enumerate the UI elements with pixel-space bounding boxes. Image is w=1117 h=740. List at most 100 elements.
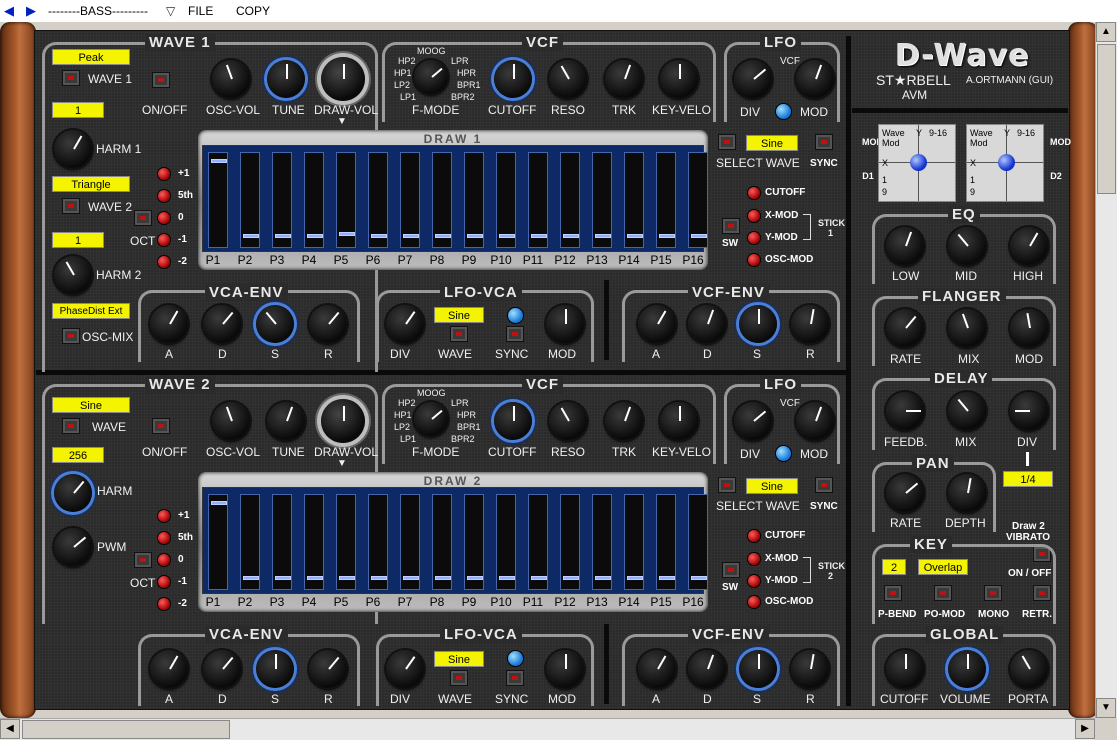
slider-handle[interactable] [435, 576, 451, 581]
draw1-bars[interactable] [202, 145, 708, 252]
slider-handle[interactable] [627, 234, 643, 239]
partial-slider-12[interactable] [560, 152, 580, 248]
slider-handle[interactable] [403, 234, 419, 239]
fmode-option[interactable]: BPR2 [451, 92, 475, 102]
sw2-button[interactable] [722, 562, 740, 578]
draw2-oscmod-led[interactable] [748, 596, 760, 608]
lfovca2-div-knob[interactable] [386, 650, 424, 688]
fmode-option[interactable]: LPR [451, 398, 469, 408]
flanger-rate-knob[interactable] [886, 309, 924, 347]
vca1-attack-knob[interactable] [150, 305, 188, 343]
fmode-option[interactable]: HPR [457, 68, 476, 78]
partial-slider-4[interactable] [304, 152, 324, 248]
file-menu[interactable]: FILE [188, 4, 213, 18]
scroll-right-icon[interactable]: ▶ [1075, 719, 1095, 739]
oscmix-select[interactable]: PhaseDist Ext [52, 303, 130, 319]
oct2-led-minus2[interactable] [158, 598, 170, 610]
osc1-drawvol-knob[interactable] [321, 57, 365, 101]
oct-button[interactable] [134, 210, 152, 226]
partial-slider-10[interactable] [496, 494, 516, 590]
fmode-knob[interactable] [414, 60, 448, 94]
partial-slider-11[interactable] [528, 494, 548, 590]
vca2-attack-knob[interactable] [150, 650, 188, 688]
partial-slider-16[interactable] [688, 494, 708, 590]
xy-pad-d1[interactable]: Wave Mod Y 9-16 X 1 9 [878, 124, 956, 202]
vca2-release-knob[interactable] [309, 650, 347, 688]
key-mode-value[interactable]: Overlap [918, 559, 968, 575]
lfo1-mod-knob[interactable] [796, 60, 834, 98]
fmode-option[interactable]: LP1 [400, 92, 416, 102]
partial-slider-2[interactable] [240, 152, 260, 248]
fmode-option[interactable]: LPR [451, 56, 469, 66]
fmode-option[interactable]: LP2 [394, 422, 410, 432]
vertical-scrollbar[interactable]: ▲ ▼ [1095, 22, 1117, 718]
wave2-select[interactable]: Triangle [52, 176, 130, 192]
fmode-option[interactable]: BPR1 [457, 422, 481, 432]
vcf1-sustain-knob[interactable] [739, 305, 777, 343]
horizontal-scrollbar[interactable]: ◀ ▶ [0, 718, 1095, 740]
oct2-led-minus1[interactable] [158, 576, 170, 588]
slider-handle[interactable] [339, 232, 355, 237]
osc2-onoff-button[interactable] [152, 418, 170, 434]
eq-high-knob[interactable] [1010, 227, 1048, 265]
partial-slider-8[interactable] [432, 494, 452, 590]
delay-feedb-knob[interactable] [886, 392, 924, 430]
slider-handle[interactable] [499, 576, 515, 581]
lfo2-div-knob[interactable] [734, 402, 772, 440]
lfovca1-wave-button[interactable] [450, 326, 468, 342]
slider-handle[interactable] [531, 576, 547, 581]
vca2-decay-knob[interactable] [203, 650, 241, 688]
preset-name[interactable]: --------BASS--------- [48, 4, 148, 18]
retr-button[interactable] [1033, 585, 1051, 601]
osc1-tune-knob[interactable] [267, 60, 305, 98]
vcf1-release-knob[interactable] [791, 305, 829, 343]
draw1-oscmod-led[interactable] [748, 254, 760, 266]
select-wave1-button[interactable] [718, 134, 736, 150]
slider-handle[interactable] [691, 576, 707, 581]
slider-handle[interactable] [435, 234, 451, 239]
keyvelo-knob[interactable] [660, 60, 698, 98]
oct-led-0[interactable] [158, 212, 170, 224]
slider-handle[interactable] [243, 576, 259, 581]
slider-handle[interactable] [691, 234, 707, 239]
osc2-tune-knob[interactable] [267, 402, 305, 440]
slider-handle[interactable] [371, 576, 387, 581]
scroll-left-icon[interactable]: ◀ [0, 719, 20, 739]
vertical-scroll-thumb[interactable] [1097, 44, 1116, 194]
osc2-wave-select[interactable]: Sine [52, 397, 130, 413]
fmode-option[interactable]: HP1 [394, 68, 412, 78]
partial-slider-5[interactable] [336, 494, 356, 590]
xy-ball-handle[interactable] [998, 154, 1015, 171]
xy-ball-handle[interactable] [910, 154, 927, 171]
oct-led-minus1[interactable] [158, 234, 170, 246]
partial-slider-15[interactable] [656, 152, 676, 248]
global-porta-knob[interactable] [1010, 650, 1048, 688]
wave2-button[interactable] [62, 198, 80, 214]
lfovca2-sync-button[interactable] [506, 670, 524, 686]
keyvelo2-knob[interactable] [660, 402, 698, 440]
cutoff2-knob[interactable] [494, 402, 532, 440]
slider-handle[interactable] [659, 234, 675, 239]
flanger-mod-knob[interactable] [1010, 309, 1048, 347]
slider-handle[interactable] [467, 234, 483, 239]
eq-mid-knob[interactable] [948, 227, 986, 265]
lfovca1-wave-value[interactable]: Sine [434, 307, 484, 323]
draw2-bars[interactable] [202, 487, 708, 594]
sync2-button[interactable] [815, 477, 833, 493]
draw1-xmod-led[interactable] [748, 210, 760, 222]
oct-led-5th[interactable] [158, 190, 170, 202]
lfovca2-sync-led[interactable] [508, 651, 523, 666]
vcf2-decay-knob[interactable] [688, 650, 726, 688]
pan-depth-knob[interactable] [948, 474, 986, 512]
slider-handle[interactable] [371, 234, 387, 239]
oct2-led-5th[interactable] [158, 532, 170, 544]
partial-slider-8[interactable] [432, 152, 452, 248]
slider-handle[interactable] [403, 576, 419, 581]
pbend-button[interactable] [884, 585, 902, 601]
fmode-option[interactable]: BPR1 [457, 80, 481, 90]
global-volume-knob[interactable] [948, 650, 986, 688]
slider-handle[interactable] [275, 234, 291, 239]
delay-div-knob[interactable] [1010, 392, 1048, 430]
lfovca1-sync-led[interactable] [508, 308, 523, 323]
slider-handle[interactable] [595, 234, 611, 239]
